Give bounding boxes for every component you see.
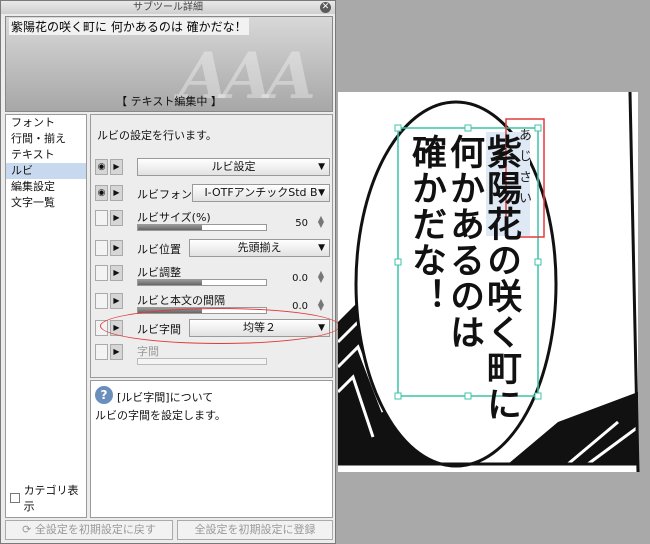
ruby-size-slider-fill: [138, 225, 202, 230]
stepper-icon[interactable]: ▲ ▼: [318, 298, 324, 312]
char-gap-row: ▶ 字間: [93, 341, 330, 369]
nav-item-edit-settings[interactable]: 編集設定: [6, 179, 86, 195]
category-label: カテゴリ表示: [23, 484, 79, 513]
eye-off-icon[interactable]: [95, 240, 108, 256]
char-gap-label: 字間: [137, 345, 159, 358]
char-gap-slider: [137, 358, 267, 365]
ruby-font-row: ◉ ▶ ルビフォント I-OTFアンチックStd B ▼: [93, 182, 330, 204]
nav-item-text[interactable]: テキスト: [6, 147, 86, 163]
eye-off-icon[interactable]: [95, 293, 108, 309]
reset-defaults-label: 全設定を初期設定に戻す: [34, 523, 156, 536]
sub-tool-detail-panel: サブツール詳細 ✕ 紫陽花の咲く町に 何かあるのは 確かだな！ AAA 【 テキ…: [0, 0, 336, 544]
category-checkbox[interactable]: [10, 493, 20, 503]
stepper-icon[interactable]: ▲ ▼: [318, 215, 324, 229]
highlight-ellipse: [100, 308, 340, 344]
title-bar: サブツール詳細 ✕: [1, 1, 335, 14]
preview-text: 紫陽花の咲く町に 何かあるのは 確かだな！: [9, 18, 249, 35]
eye-icon[interactable]: ◉: [95, 159, 108, 175]
category-nav: フォント 行間・揃え テキスト ルビ 編集設定 文字一覧 カテゴリ表示: [5, 114, 87, 518]
help-box: ? [ルビ字間]について ルビの字間を設定します。: [90, 380, 333, 518]
register-defaults-button[interactable]: 全設定を初期設定に登録: [177, 520, 333, 540]
preview-status: 【 テキスト編集中 】: [116, 95, 222, 108]
nav-item-font[interactable]: フォント: [6, 115, 86, 131]
chevron-down-icon: ▼: [318, 188, 325, 198]
ruby-position-label: ルビ位置: [137, 243, 181, 256]
ruby-setting-dropdown[interactable]: ルビ設定 ▼: [137, 158, 330, 176]
ruby-gap-label: ルビと本文の間隔: [137, 294, 225, 307]
eye-off-icon[interactable]: [95, 265, 108, 281]
play-icon[interactable]: ▶: [110, 240, 123, 256]
ruby-adjust-value: 0.0: [292, 273, 308, 284]
window-title: サブツール詳細: [133, 2, 203, 13]
stepper-icon[interactable]: ▲ ▼: [318, 270, 324, 284]
ruby-position-value: 先頭揃え: [237, 241, 282, 254]
category-display-toggle[interactable]: カテゴリ表示: [10, 482, 86, 514]
nav-item-ruby[interactable]: ルビ: [6, 163, 86, 179]
eye-icon[interactable]: ◉: [95, 185, 108, 201]
eye-off-icon[interactable]: [95, 344, 108, 360]
pane-description: ルビの設定を行います。: [97, 129, 217, 142]
ruby-adjust-slider-fill: [138, 280, 202, 285]
manga-canvas: あじさい 紫陽花の咲く町に 何かあるのは 確かだな！: [338, 92, 650, 544]
ruby-setting-row: ◉ ▶ ルビ設定 ▼: [93, 156, 330, 178]
nav-item-line-spacing[interactable]: 行間・揃え: [6, 131, 86, 147]
text-column-1: 紫陽花の咲く町に: [481, 134, 521, 422]
chevron-down-icon: ▼: [318, 243, 325, 253]
play-icon[interactable]: ▶: [110, 293, 123, 309]
play-icon[interactable]: ▶: [110, 185, 123, 201]
ruby-position-row: ▶ ルビ位置 先頭揃え ▼: [93, 237, 330, 259]
ruby-size-row: ▶ ルビサイズ(%) 50 ▲ ▼: [93, 207, 330, 235]
ruby-size-value: 50: [295, 218, 308, 229]
register-defaults-label: 全設定を初期設定に登録: [194, 523, 316, 536]
ruby-position-dropdown[interactable]: 先頭揃え ▼: [189, 239, 330, 257]
bottom-bar: ⟳ 全設定を初期設定に戻す 全設定を初期設定に登録: [5, 520, 333, 542]
text-column-2: 何かあるのは: [444, 134, 484, 350]
text-column-3: 確かだな！: [406, 134, 446, 314]
help-body: ルビの字間を設定します。: [95, 409, 226, 422]
ruby-size-label: ルビサイズ(%): [137, 211, 211, 224]
play-icon[interactable]: ▶: [110, 159, 123, 175]
text-preview: 紫陽花の咲く町に 何かあるのは 確かだな！ AAA 【 テキスト編集中 】: [5, 16, 333, 112]
nav-item-char-list[interactable]: 文字一覧: [6, 195, 86, 211]
ruby-gap-value: 0.0: [292, 301, 308, 312]
chevron-down-icon: ▼: [318, 162, 325, 172]
ruby-font-value: I-OTFアンチックStd B: [204, 186, 318, 199]
play-icon[interactable]: ▶: [110, 344, 123, 360]
play-icon[interactable]: ▶: [110, 210, 123, 226]
close-icon[interactable]: ✕: [320, 2, 331, 13]
reset-icon: ⟳: [22, 523, 35, 536]
eye-off-icon[interactable]: [95, 210, 108, 226]
ruby-font-dropdown[interactable]: I-OTFアンチックStd B ▼: [192, 184, 330, 202]
play-icon[interactable]: ▶: [110, 265, 123, 281]
ruby-adjust-label: ルビ調整: [137, 266, 181, 279]
ruby-adjust-row: ▶ ルビ調整 0.0 ▲ ▼: [93, 262, 330, 290]
help-icon: ?: [95, 386, 113, 404]
reset-defaults-button[interactable]: ⟳ 全設定を初期設定に戻す: [5, 520, 173, 540]
ruby-size-slider[interactable]: [137, 224, 267, 231]
ruby-setting-value: ルビ設定: [211, 160, 256, 173]
help-title: [ルビ字間]について: [117, 391, 214, 404]
ruby-adjust-slider[interactable]: [137, 279, 267, 286]
handle: [394, 124, 402, 132]
